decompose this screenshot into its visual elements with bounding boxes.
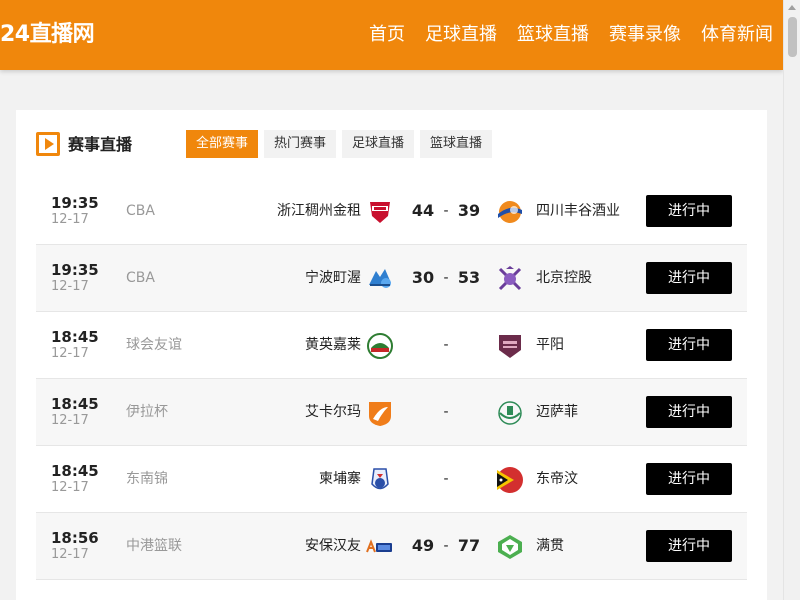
able-team-logo-icon [366, 533, 394, 561]
match-row[interactable]: 18:45 12-17 伊拉杯 艾卡尔玛 - 迈萨菲 进行中 [36, 379, 747, 446]
nav-match-replays[interactable]: 赛事录像 [609, 22, 681, 48]
hagl-team-logo-icon [366, 332, 394, 360]
zhejiang-team-logo-icon [366, 198, 394, 226]
scroll-up-arrow-icon[interactable] [788, 5, 796, 10]
away-team-name[interactable]: 迈萨菲 [536, 403, 578, 421]
match-league[interactable]: 东南锦 [126, 470, 168, 488]
score-separator: - [443, 471, 449, 487]
akarma-team-logo-icon [366, 399, 394, 427]
home-score: 30 [411, 268, 435, 287]
match-league[interactable]: 伊拉杯 [126, 403, 168, 421]
sichuan-team-logo-icon [496, 198, 524, 226]
match-league[interactable]: 中港篮联 [126, 537, 182, 555]
live-status-button[interactable]: 进行中 [646, 396, 732, 428]
match-list: 19:35 12-17 CBA 浙江稠州金租 44 - 39 四川丰谷酒业 进行… [36, 178, 747, 580]
score-separator: - [443, 538, 449, 554]
match-time: 18:56 [51, 529, 99, 547]
cambodia-team-logo-icon [366, 466, 394, 494]
match-date: 12-17 [51, 547, 89, 562]
match-league[interactable]: CBA [126, 202, 155, 220]
score-separator: - [443, 203, 449, 219]
match-league[interactable]: 球会友谊 [126, 336, 182, 354]
away-team-name[interactable]: 满贯 [536, 537, 564, 555]
tab-football-live[interactable]: 足球直播 [342, 130, 415, 158]
ningbo-team-logo-icon [366, 265, 394, 293]
live-status-button[interactable]: 进行中 [646, 262, 732, 294]
filter-tabs: 全部赛事 热门赛事 足球直播 篮球直播 [186, 130, 493, 158]
home-score: 49 [411, 536, 435, 555]
score-separator: - [443, 337, 449, 353]
away-team-name[interactable]: 平阳 [536, 336, 564, 354]
nav-sports-news[interactable]: 体育新闻 [701, 22, 773, 48]
home-score: 44 [411, 201, 435, 220]
match-row[interactable]: 18:56 12-17 中港篮联 安保汉友 49 - 77 满贯 进行中 [36, 513, 747, 580]
maysafi-team-logo-icon [496, 399, 524, 427]
nav-basketball-live[interactable]: 篮球直播 [517, 22, 589, 48]
home-team-name[interactable]: 艾卡尔玛 [305, 403, 361, 421]
match-time: 18:45 [51, 462, 99, 480]
play-icon [36, 132, 60, 156]
live-matches-card: 赛事直播 全部赛事 热门赛事 足球直播 篮球直播 19:35 12-17 CBA… [16, 110, 767, 600]
home-team-name[interactable]: 浙江稠州金租 [277, 202, 361, 220]
live-status-button[interactable]: 进行中 [646, 463, 732, 495]
match-row[interactable]: 19:35 12-17 CBA 宁波町渥 30 - 53 北京控股 进行中 [36, 245, 747, 312]
live-status-button[interactable]: 进行中 [646, 195, 732, 227]
live-status-button[interactable]: 进行中 [646, 329, 732, 361]
away-score: 77 [457, 536, 481, 555]
scroll-thumb[interactable] [788, 17, 797, 57]
tab-hot-matches[interactable]: 热门赛事 [264, 130, 337, 158]
away-team-name[interactable]: 东帝汶 [536, 470, 578, 488]
match-time: 18:45 [51, 328, 99, 346]
page-scrollbar[interactable] [783, 0, 800, 600]
card-header: 赛事直播 全部赛事 热门赛事 足球直播 篮球直播 [36, 130, 736, 162]
tab-all-matches[interactable]: 全部赛事 [186, 130, 259, 158]
score-separator: - [443, 404, 449, 420]
home-team-name[interactable]: 黄英嘉莱 [305, 336, 361, 354]
away-score: 39 [457, 201, 481, 220]
match-date: 12-17 [51, 413, 89, 428]
match-row[interactable]: 18:45 12-17 球会友谊 黄英嘉莱 - 平阳 进行中 [36, 312, 747, 379]
match-row[interactable]: 19:35 12-17 CBA 浙江稠州金租 44 - 39 四川丰谷酒业 进行… [36, 178, 747, 245]
home-team-name[interactable]: 柬埔寨 [319, 470, 361, 488]
live-status-button[interactable]: 进行中 [646, 530, 732, 562]
nav-home[interactable]: 首页 [369, 22, 405, 48]
match-league[interactable]: CBA [126, 269, 155, 287]
match-row[interactable]: 18:45 12-17 东南锦 柬埔寨 - 东帝汶 进行中 [36, 446, 747, 513]
match-date: 12-17 [51, 346, 89, 361]
home-team-name[interactable]: 宁波町渥 [305, 269, 361, 287]
match-time: 18:45 [51, 395, 99, 413]
match-time: 19:35 [51, 194, 99, 212]
home-team-name[interactable]: 安保汉友 [305, 537, 361, 555]
match-time: 19:35 [51, 261, 99, 279]
match-date: 12-17 [51, 212, 89, 227]
match-date: 12-17 [51, 279, 89, 294]
main-nav: 首页 足球直播 篮球直播 赛事录像 体育新闻 [369, 22, 773, 48]
timor-leste-flag-icon [496, 466, 524, 494]
tab-basketball-live[interactable]: 篮球直播 [420, 130, 493, 158]
pingyang-team-logo-icon [496, 332, 524, 360]
score-separator: - [443, 270, 449, 286]
nav-football-live[interactable]: 足球直播 [425, 22, 497, 48]
site-header: 24直播网 首页 足球直播 篮球直播 赛事录像 体育新闻 [0, 0, 783, 70]
section-title: 赛事直播 [68, 135, 133, 154]
away-team-name[interactable]: 四川丰谷酒业 [536, 202, 620, 220]
site-logo[interactable]: 24直播网 [0, 20, 95, 50]
match-date: 12-17 [51, 480, 89, 495]
grandslam-team-logo-icon [496, 533, 524, 561]
away-team-name[interactable]: 北京控股 [536, 269, 592, 287]
beijing-team-logo-icon [496, 265, 524, 293]
away-score: 53 [457, 268, 481, 287]
